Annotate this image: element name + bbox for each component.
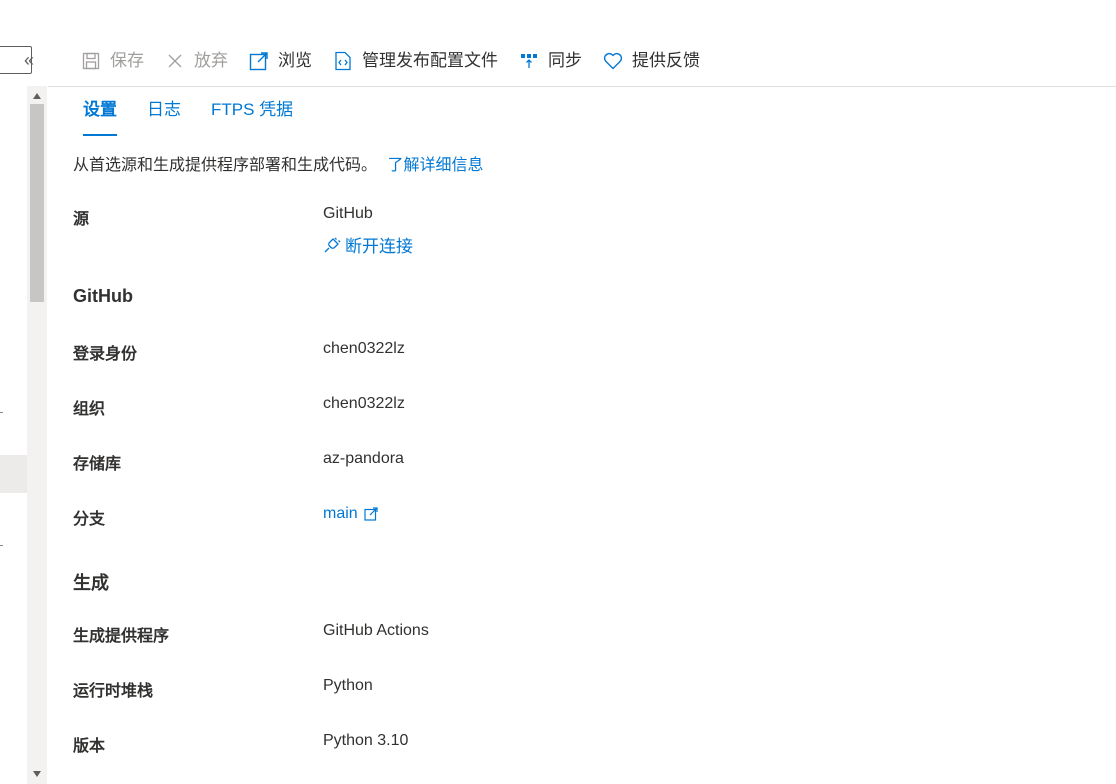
learn-more-link[interactable]: 了解详细信息 [387, 157, 483, 174]
version-label: 版本 [73, 738, 106, 755]
intro-text: 从首选源和生成提供程序部署和生成代码。 了解详细信息 [73, 150, 1073, 182]
vertical-scrollbar[interactable] [27, 86, 47, 784]
tab-ftps-credentials[interactable]: FTPS 凭据 [201, 94, 303, 136]
organization-value: chen0322lz [323, 395, 405, 412]
discard-label: 放弃 [194, 51, 228, 70]
source-value: GitHub [323, 205, 373, 222]
github-section-heading: GitHub [73, 286, 133, 306]
runtime-stack-label: 运行时堆栈 [73, 683, 154, 700]
sync-icon [518, 50, 540, 72]
organization-label: 组织 [73, 401, 106, 418]
branch-link[interactable]: main [323, 505, 378, 523]
heart-icon [602, 50, 624, 72]
build-provider-label: 生成提供程序 [73, 628, 170, 645]
sync-label: 同步 [548, 51, 582, 70]
runtime-stack-value: Python [323, 677, 373, 694]
branch-link-text: main [323, 505, 358, 522]
deployment-center-page: « 保存 放弃 浏览 管理发布配置文件 同步 提供反馈 设置 日志 FTPS 凭… [0, 0, 1116, 784]
save-label: 保存 [110, 51, 144, 70]
scrollbar-thumb[interactable] [30, 104, 44, 302]
build-provider-value: GitHub Actions [323, 622, 429, 639]
close-icon [164, 50, 186, 72]
signed-in-as-label: 登录身份 [73, 346, 138, 363]
toolbar-divider [48, 86, 1116, 87]
source-label: 源 [73, 211, 90, 228]
branch-value: main [323, 505, 378, 523]
external-link-icon [248, 50, 270, 72]
repository-value: az-pandora [323, 450, 404, 467]
command-bar: 保存 放弃 浏览 管理发布配置文件 同步 提供反馈 [80, 44, 720, 78]
disconnect-label: 断开连接 [345, 237, 413, 256]
scroll-up-arrow[interactable] [27, 88, 47, 104]
nav-divider [0, 412, 3, 413]
tab-logs[interactable]: 日志 [137, 94, 191, 136]
double-chevron-left-icon: « [23, 50, 34, 70]
disconnect-link[interactable]: 断开连接 [323, 232, 413, 257]
collapse-sidebar-button[interactable]: « [18, 48, 40, 72]
external-link-icon [364, 507, 378, 521]
nav-divider [0, 545, 3, 546]
branch-label: 分支 [73, 511, 106, 528]
version-value: Python 3.10 [323, 732, 409, 749]
scroll-down-arrow[interactable] [27, 766, 47, 782]
plug-icon [323, 236, 341, 254]
sync-button[interactable]: 同步 [518, 44, 582, 78]
feedback-button[interactable]: 提供反馈 [602, 44, 700, 78]
sidebar-item-selected[interactable] [0, 455, 27, 493]
intro-description: 从首选源和生成提供程序部署和生成代码。 [73, 157, 378, 174]
manage-publish-profile-button[interactable]: 管理发布配置文件 [332, 44, 498, 78]
build-section-heading: 生成 [73, 573, 109, 593]
signed-in-as-value: chen0322lz [323, 340, 405, 357]
publish-profile-icon [332, 50, 354, 72]
browse-button[interactable]: 浏览 [248, 44, 312, 78]
caret-down-icon [33, 771, 41, 777]
tab-settings[interactable]: 设置 [73, 94, 127, 136]
tab-list: 设置 日志 FTPS 凭据 [73, 94, 333, 136]
manage-publish-profile-label: 管理发布配置文件 [362, 51, 498, 70]
caret-up-icon [33, 93, 41, 99]
browse-label: 浏览 [278, 51, 312, 70]
settings-content: 从首选源和生成提供程序部署和生成代码。 了解详细信息 源 GitHub 断开连接… [73, 150, 1073, 755]
discard-button[interactable]: 放弃 [164, 44, 228, 78]
feedback-label: 提供反馈 [632, 51, 700, 70]
save-icon [80, 50, 102, 72]
save-button[interactable]: 保存 [80, 44, 144, 78]
repository-label: 存储库 [73, 456, 122, 473]
